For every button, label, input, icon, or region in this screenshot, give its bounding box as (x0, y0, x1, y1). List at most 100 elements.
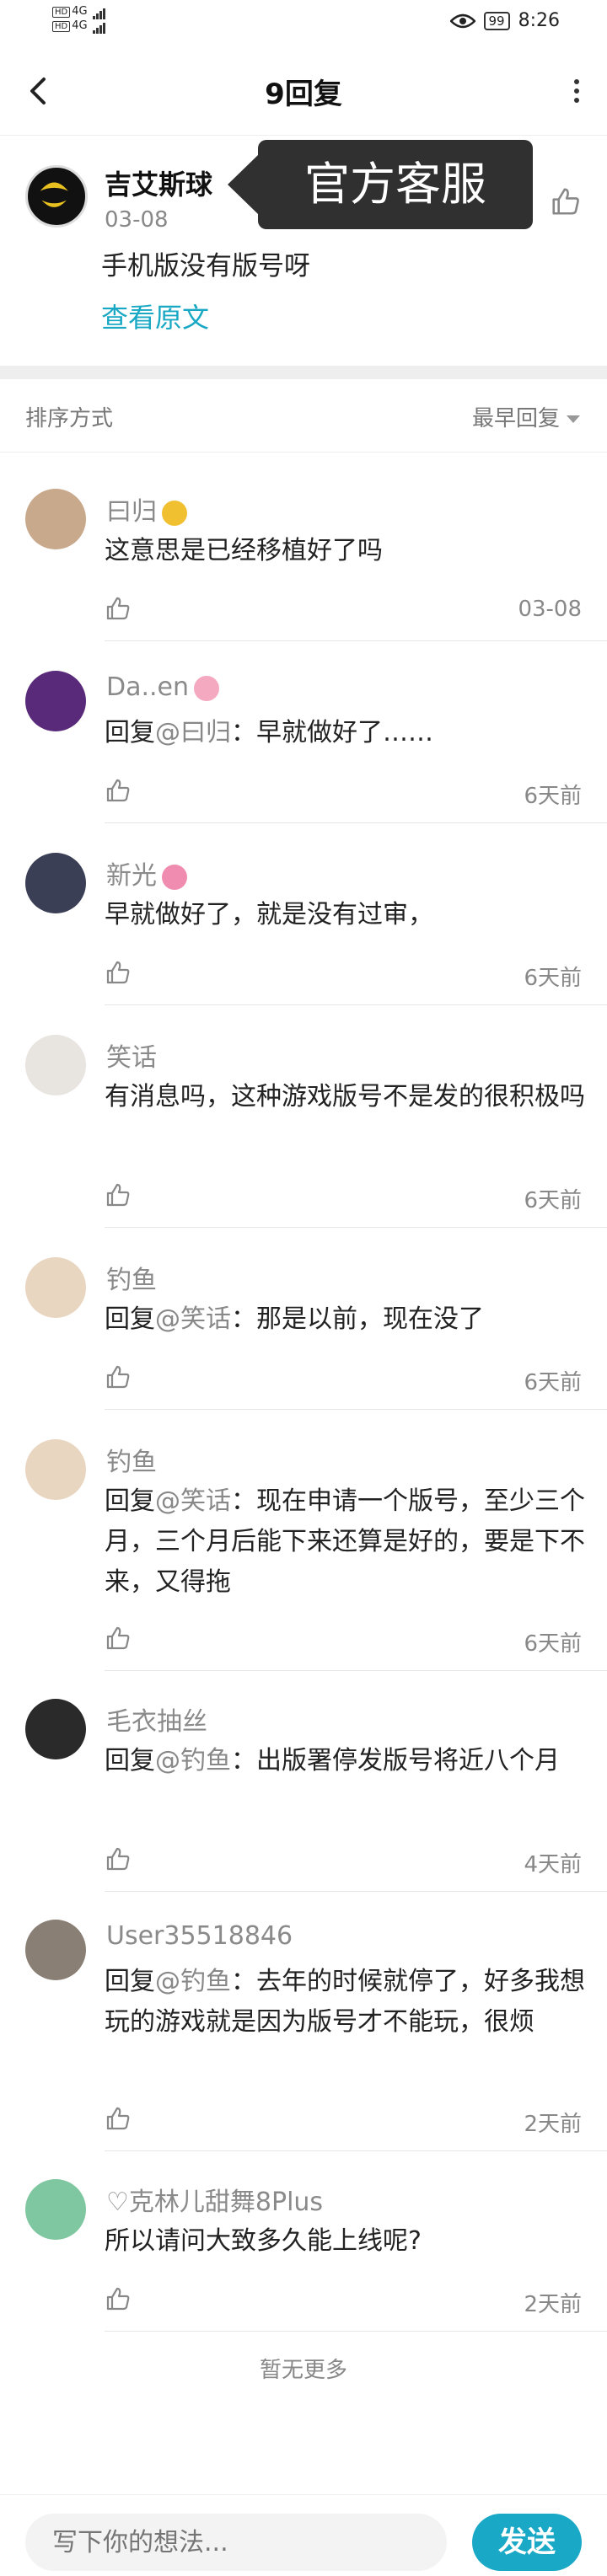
reply-author[interactable]: User35518846 (106, 1921, 293, 1951)
mention-link[interactable]: @曰归 (155, 718, 231, 747)
reply-time: 6天前 (524, 784, 582, 809)
divider (105, 2331, 607, 2332)
like-button[interactable] (105, 1625, 132, 1652)
list-item[interactable]: 钓鱼回复@笑话：现在申请一个版号，至少三个月，三个月后能下来还算是好的，要是下不… (0, 1439, 607, 1672)
badge-icon (194, 675, 220, 701)
list-item[interactable]: 新光 早就做好了，就是没有过审， 6天前 (0, 853, 607, 1006)
reply-author-name: 钓鱼 (106, 1448, 157, 1477)
mention-link[interactable]: @钓鱼 (155, 1967, 231, 1996)
sort-label: 排序方式 (25, 406, 114, 431)
reply-author[interactable]: 毛衣抽丝 (106, 1700, 207, 1738)
reply-time: 6天前 (524, 1188, 582, 1213)
comment-input[interactable] (25, 2514, 447, 2571)
reply-author[interactable]: 曰归 (106, 490, 187, 528)
author-name[interactable]: 吉艾斯球 (105, 163, 212, 202)
logo-icon (34, 174, 75, 215)
list-item[interactable]: User35518846 回复@钓鱼：去年的时候就停了，好多我想玩的游戏就是因为版… (0, 1920, 607, 2152)
like-button[interactable] (105, 777, 132, 804)
like-button[interactable] (105, 2285, 132, 2312)
chevron-down-icon (567, 415, 580, 423)
avatar[interactable] (25, 2179, 86, 2240)
like-button[interactable] (105, 2105, 132, 2132)
official-support-tag: 官方客服 (228, 140, 533, 229)
sort-dropdown[interactable]: 最早回复 (472, 401, 580, 432)
reply-body: ：早就做好了…… (231, 718, 433, 747)
send-button[interactable]: 发送 (472, 2514, 582, 2571)
reply-text: 回复@笑话：现在申请一个版号，至少三个月，三个月后能下来还算是好的，要是下不来，… (105, 1481, 585, 1603)
thumbs-up-icon (106, 2287, 130, 2311)
reply-author[interactable]: 钓鱼 (106, 1259, 157, 1296)
reply-author-name: User35518846 (106, 1921, 293, 1951)
reply-time: 6天前 (524, 1370, 582, 1395)
reply-author-name: 钓鱼 (106, 1266, 157, 1295)
more-options-button[interactable] (568, 72, 585, 110)
signal-icon (92, 6, 106, 19)
reply-author[interactable]: 钓鱼 (106, 1441, 157, 1478)
reply-body: 这意思是已经移植好了吗 (105, 536, 383, 565)
reply-author-name: 新光 (106, 861, 157, 891)
reply-time: 03-08 (518, 597, 582, 622)
thumbs-up-icon (106, 1626, 130, 1650)
thumbs-up-icon (552, 188, 579, 215)
reply-body: 有消息吗，这种游戏版号不是发的很积极吗 (105, 1082, 585, 1111)
list-item[interactable]: ♡克林儿甜舞8Plus 所以请问大致多久能上线呢? 2天前 (0, 2179, 607, 2332)
mention-link[interactable]: @笑话 (155, 1486, 231, 1516)
sort-value: 最早回复 (471, 406, 560, 431)
reply-author[interactable]: 笑话 (106, 1036, 157, 1074)
mention-link[interactable]: @笑话 (155, 1304, 231, 1334)
network-type: 4G (72, 19, 88, 32)
original-post: 吉艾斯球 03-08 手机版没有版号呀 查看原文 官方客服 (0, 135, 607, 366)
avatar[interactable] (25, 489, 86, 549)
list-item[interactable]: 曰归这意思是已经移植好了吗 03-08 (0, 489, 607, 642)
reply-body: 所以请问大致多久能上线呢? (105, 2226, 422, 2256)
divider (105, 1891, 607, 1892)
thumbs-up-icon (106, 1183, 130, 1207)
reply-author[interactable]: ♡克林儿甜舞8Plus (106, 2181, 323, 2218)
avatar[interactable] (25, 165, 88, 228)
list-item[interactable]: 毛衣抽丝 回复@钓鱼：出版署停发版号将近八个月 4天前 (0, 1699, 607, 1893)
post-date: 03-08 (105, 207, 169, 233)
like-button[interactable] (105, 595, 132, 622)
reply-author-name: 曰归 (106, 497, 157, 527)
list-item[interactable]: 钓鱼回复@笑话：那是以前，现在没了 6天前 (0, 1257, 607, 1411)
avatar[interactable] (25, 671, 86, 731)
no-more-text: 暂无更多 (259, 2358, 347, 2383)
reply-prefix: 回复 (105, 1304, 155, 1334)
reply-prefix: 回复 (105, 718, 155, 747)
reply-author[interactable]: Da..en (106, 672, 220, 702)
divider (105, 822, 607, 823)
avatar[interactable] (25, 1439, 86, 1500)
eye-icon (449, 13, 475, 28)
title-bar: 9回复 (0, 47, 607, 136)
mention-link[interactable]: @钓鱼 (155, 1746, 231, 1775)
avatar[interactable] (25, 1920, 86, 1980)
like-button[interactable] (105, 1845, 132, 1872)
avatar[interactable] (25, 1257, 86, 1318)
avatar[interactable] (25, 1035, 86, 1095)
reply-author[interactable]: 新光 (106, 854, 187, 892)
status-network: HD 4G HD 4G (52, 5, 106, 34)
avatar[interactable] (25, 853, 86, 913)
reply-time: 2天前 (524, 2112, 582, 2137)
view-original-link[interactable]: 查看原文 (101, 297, 209, 335)
like-button[interactable] (550, 185, 582, 217)
list-item[interactable]: 笑话有消息吗，这种游戏版号不是发的很积极吗 6天前 (0, 1035, 607, 1229)
reply-prefix: 回复 (105, 1746, 155, 1775)
network-type: 4G (72, 5, 88, 18)
reply-body: ：那是以前，现在没了 (231, 1304, 484, 1334)
like-button[interactable] (105, 959, 132, 986)
reply-text: 回复@笑话：那是以前，现在没了 (105, 1299, 585, 1340)
thumbs-up-icon (106, 961, 130, 984)
reply-time: 4天前 (524, 1852, 582, 1877)
reply-text: 这意思是已经移植好了吗 (105, 531, 585, 571)
clock: 8:26 (518, 10, 560, 31)
reply-time: 6天前 (524, 966, 582, 991)
list-item[interactable]: Da..en 回复@曰归：早就做好了…… 6天前 (0, 671, 607, 824)
like-button[interactable] (105, 1181, 132, 1208)
reply-prefix: 回复 (105, 1486, 155, 1516)
badge-icon (162, 500, 187, 526)
reply-text: 回复@钓鱼：出版署停发版号将近八个月 (105, 1741, 585, 1781)
avatar[interactable] (25, 1699, 86, 1759)
reply-prefix: 回复 (105, 1967, 155, 1996)
like-button[interactable] (105, 1363, 132, 1390)
